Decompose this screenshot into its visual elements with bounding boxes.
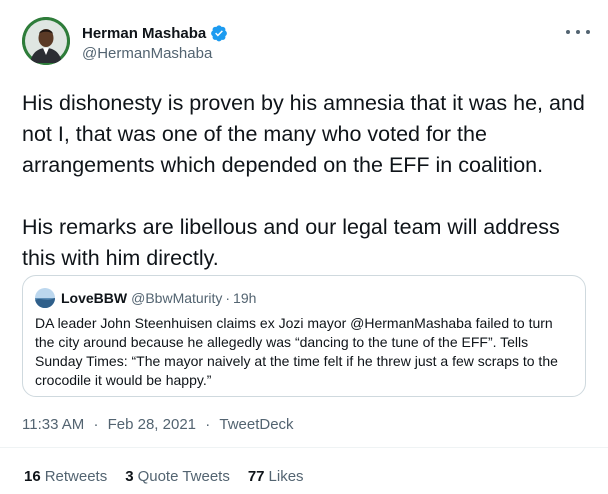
quoted-author-handle[interactable]: @BbwMaturity xyxy=(131,290,222,306)
quoted-tweet[interactable]: LoveBBW @BbwMaturity · 19h DA leader Joh… xyxy=(22,275,586,397)
author-handle[interactable]: @HermanMashaba xyxy=(82,45,228,62)
meta-separator: · xyxy=(205,416,211,433)
quoted-tweet-time[interactable]: 19h xyxy=(233,290,256,306)
quoted-separator: · xyxy=(225,290,231,306)
divider xyxy=(0,447,608,448)
author-avatar-image xyxy=(22,17,70,65)
likes-label: Likes xyxy=(268,468,304,485)
tweet-card: Herman Mashaba @HermanMashaba His dishon… xyxy=(0,0,608,494)
quoted-tweet-header: LoveBBW @BbwMaturity · 19h xyxy=(35,288,256,308)
retweets-count: 16 xyxy=(24,468,41,485)
tweet-paragraph: His dishonesty is proven by his amnesia … xyxy=(22,91,585,177)
author-block: Herman Mashaba @HermanMashaba xyxy=(82,23,228,62)
quoted-author-avatar xyxy=(35,288,55,308)
quote-tweets-label: Quote Tweets xyxy=(137,468,230,485)
meta-separator: · xyxy=(93,416,99,433)
quote-tweets-count: 3 xyxy=(125,468,134,485)
verified-badge-icon xyxy=(211,25,228,42)
quoted-tweet-text: DA leader John Steenhuisen claims ex Joz… xyxy=(35,315,558,388)
tweet-time[interactable]: 11:33 AM xyxy=(22,416,84,433)
tweet-paragraph: His remarks are libellous and our legal … xyxy=(22,215,560,270)
tweet-text: His dishonesty is proven by his amnesia … xyxy=(22,88,592,274)
retweets-stat[interactable]: 16 Retweets xyxy=(24,468,107,485)
tweet-source[interactable]: TweetDeck xyxy=(219,416,293,433)
tweet-stats: 16 Retweets 3 Quote Tweets 77 Likes xyxy=(24,468,322,485)
more-options-icon[interactable] xyxy=(566,22,590,42)
more-dot xyxy=(586,30,590,34)
tweet-meta: 11:33 AM · Feb 28, 2021 · TweetDeck xyxy=(22,416,294,433)
likes-stat[interactable]: 77 Likes xyxy=(248,468,304,485)
likes-count: 77 xyxy=(247,468,265,485)
retweets-label: Retweets xyxy=(44,468,108,485)
quoted-author-name[interactable]: LoveBBW xyxy=(61,290,127,306)
more-dot xyxy=(576,30,580,34)
quoted-avatar-image xyxy=(35,288,55,308)
quote-tweets-stat[interactable]: 3 Quote Tweets xyxy=(125,468,230,485)
more-dot xyxy=(566,30,570,34)
author-avatar[interactable] xyxy=(22,17,70,65)
tweet-date[interactable]: Feb 28, 2021 xyxy=(108,416,196,433)
author-name[interactable]: Herman Mashaba xyxy=(82,25,206,42)
